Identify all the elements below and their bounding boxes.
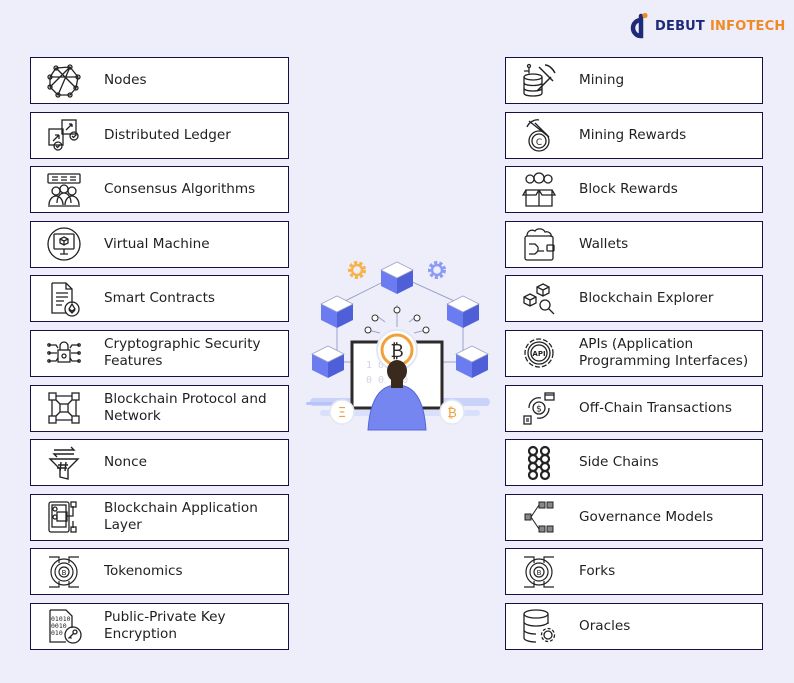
- component-consensus-algorithms: Consensus Algorithms: [30, 166, 289, 214]
- component-label: Smart Contracts: [104, 290, 216, 307]
- block-cube-icon: [446, 295, 480, 328]
- crypto-lock-icon: [45, 334, 83, 372]
- bitcoin-side-coin-icon: ₿: [439, 399, 465, 425]
- application-layer-icon: [45, 498, 83, 536]
- component-label: Mining: [579, 72, 625, 88]
- component-label: Cryptographic Security Features: [104, 336, 261, 370]
- component-virtual-machine: Virtual Machine: [30, 220, 289, 268]
- component-label: APIs (Application Programming Interfaces…: [579, 336, 749, 370]
- center-coin-symbol: ₿: [390, 341, 403, 362]
- component-label: Distributed Ledger: [104, 126, 231, 143]
- component-label: Wallets: [579, 235, 629, 252]
- right-component-list: Mining C Mining Rewards Block Rewards Wa…: [505, 57, 763, 658]
- component-label: Virtual Machine: [104, 235, 210, 252]
- component-label: Nodes: [104, 72, 147, 88]
- component-off-chain-transactions: $ Off-Chain Transactions: [505, 384, 763, 432]
- governance-tree-icon: [520, 498, 558, 536]
- mining-reward-icon: C: [520, 116, 558, 154]
- component-oracles: Oracles: [505, 602, 763, 650]
- component-label: Block Rewards: [579, 181, 678, 198]
- block-cube-icon: [311, 345, 345, 378]
- component-blockchain-application-layer: Blockchain Application Layer: [30, 493, 289, 541]
- orange-gear-icon: [348, 261, 366, 279]
- block-cube-icon: [380, 261, 414, 294]
- smart-contract-icon: [45, 280, 83, 318]
- brand-name-accent: INFOTECH: [710, 18, 786, 34]
- forks-coin-icon: B: [520, 553, 558, 591]
- brand-name-primary: DEBUT: [655, 18, 706, 34]
- svg-text:B: B: [537, 569, 542, 577]
- component-label: Forks: [579, 563, 616, 580]
- brand-logo: DEBUT INFOTECH: [628, 12, 785, 40]
- component-smart-contracts: Smart Contracts: [30, 275, 289, 323]
- component-tokenomics: B Tokenomics: [30, 548, 289, 596]
- component-mining: Mining: [505, 57, 763, 104]
- component-cryptographic-security: Cryptographic Security Features: [30, 329, 289, 377]
- component-label: Off-Chain Transactions: [579, 399, 732, 416]
- component-label: Blockchain Explorer: [579, 290, 714, 307]
- tokenomics-coin-icon: B: [45, 553, 83, 591]
- component-label: Nonce: [104, 454, 147, 471]
- virtual-machine-icon: [45, 225, 83, 263]
- component-label: Public-Private Key Encryption: [104, 609, 226, 643]
- component-label: Tokenomics: [104, 563, 183, 580]
- component-wallets: Wallets: [505, 220, 763, 268]
- off-chain-transaction-icon: $: [520, 389, 558, 427]
- block-reward-box-icon: [520, 171, 558, 209]
- component-side-chains: Side Chains: [505, 439, 763, 487]
- svg-text:API: API: [532, 350, 545, 358]
- wallet-icon: [520, 225, 558, 263]
- component-nonce: Nonce: [30, 439, 289, 487]
- component-governance-models: Governance Models: [505, 493, 763, 541]
- blockchain-explorer-icon: [520, 280, 558, 318]
- component-mining-rewards: C Mining Rewards: [505, 111, 763, 159]
- component-label: Side Chains: [579, 454, 659, 471]
- nonce-funnel-icon: [45, 444, 83, 482]
- svg-text:₿: ₿: [447, 406, 457, 421]
- component-nodes: Nodes: [30, 57, 289, 104]
- component-label: Mining Rewards: [579, 126, 687, 143]
- oracle-database-icon: [520, 607, 558, 645]
- distributed-ledger-icon: [45, 116, 83, 154]
- svg-text:B: B: [62, 569, 67, 577]
- left-component-list: Nodes Distributed Ledger Consensus Algor…: [30, 57, 289, 658]
- block-cube-icon: [455, 345, 489, 378]
- component-public-private-key: 01010 0010 010 Public-Private Key Encryp…: [30, 602, 289, 650]
- component-label: Blockchain Protocol and Network: [104, 391, 267, 425]
- component-distributed-ledger: Distributed Ledger: [30, 111, 289, 159]
- component-forks: B Forks: [505, 548, 763, 596]
- key-encryption-icon: 01010 0010 010: [45, 607, 83, 645]
- component-blockchain-explorer: Blockchain Explorer: [505, 275, 763, 323]
- consensus-group-icon: [45, 171, 83, 209]
- component-label: Consensus Algorithms: [104, 181, 256, 198]
- debut-logo-icon: [630, 12, 648, 39]
- block-cube-icon: [320, 295, 354, 328]
- svg-text:010: 010: [51, 629, 63, 637]
- network-nodes-icon: [45, 62, 83, 100]
- blue-gear-icon: [428, 261, 446, 279]
- component-block-rewards: Block Rewards: [505, 166, 763, 214]
- blockchain-network-icon: [45, 389, 83, 427]
- svg-text:Ξ: Ξ: [338, 406, 346, 421]
- component-label: Oracles: [579, 617, 631, 634]
- component-blockchain-protocol: Blockchain Protocol and Network: [30, 384, 289, 432]
- svg-text:C: C: [536, 138, 542, 148]
- component-label: Blockchain Application Layer: [104, 500, 258, 534]
- api-gear-icon: API: [520, 334, 558, 372]
- blockchain-illustration: 1 0 1 0 0 0 1 0 ₿ Ξ ₿: [300, 250, 500, 440]
- mining-pickaxe-icon: [520, 62, 558, 100]
- component-label: Governance Models: [579, 508, 714, 525]
- svg-text:$: $: [536, 405, 542, 415]
- component-apis: API APIs (Application Programming Interf…: [505, 329, 763, 377]
- side-chains-icon: [520, 444, 558, 482]
- ethereum-coin-icon: Ξ: [329, 399, 355, 425]
